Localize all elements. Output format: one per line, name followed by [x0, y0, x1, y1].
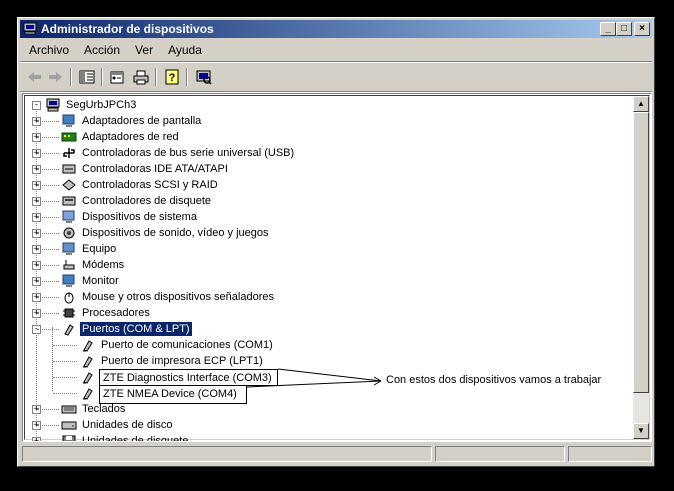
menu-ver[interactable]: Ver [129, 43, 159, 57]
properties-button[interactable] [108, 68, 126, 86]
status-panel-3 [568, 446, 652, 462]
menu-archivo[interactable]: Archivo [23, 43, 75, 57]
scan-hardware-button[interactable] [195, 68, 213, 86]
maximize-button[interactable]: □ [616, 22, 632, 36]
toolbar: ? [20, 64, 652, 90]
scroll-up-button[interactable]: ▲ [633, 96, 649, 112]
print-icon [133, 70, 149, 85]
help-icon: ? [165, 69, 179, 85]
scroll-thumb[interactable] [633, 112, 649, 393]
menu-accion[interactable]: Acción [78, 43, 126, 57]
status-panel-2 [435, 446, 565, 462]
menu-separator [20, 61, 652, 63]
device-manager-window: Administrador de dispositivos _ □ × Arch… [17, 17, 655, 467]
close-button[interactable]: × [634, 22, 650, 36]
print-button[interactable] [132, 68, 150, 86]
forward-button[interactable] [46, 68, 64, 86]
back-button[interactable] [26, 68, 44, 86]
arrow-right-icon [49, 72, 62, 82]
computer-icon [23, 22, 37, 35]
properties-icon [110, 71, 124, 84]
console-tree-icon [79, 70, 95, 84]
arrow-left-icon [28, 72, 41, 82]
status-bar [20, 444, 652, 464]
help-button[interactable]: ? [163, 68, 181, 86]
device-tree[interactable]: - SegUrbJPCh3 + Adaptadores de pantalla + A… [22, 93, 652, 442]
scroll-down-button[interactable]: ▼ [633, 423, 649, 439]
svg-text:?: ? [169, 72, 176, 84]
menu-ayuda[interactable]: Ayuda [162, 43, 208, 57]
show-tree-button[interactable] [78, 68, 96, 86]
vertical-scrollbar[interactable]: ▲ ▼ [633, 96, 649, 439]
scan-hardware-icon [196, 70, 212, 85]
minimize-button[interactable]: _ [600, 22, 616, 36]
title-bar[interactable]: Administrador de dispositivos _ □ × [20, 20, 652, 38]
status-panel-main [22, 446, 432, 462]
annotation-text: Con estos dos dispositivos vamos a traba… [386, 374, 602, 386]
menu-bar: Archivo Acción Ver Ayuda [20, 40, 652, 60]
annotation-arrows [246, 368, 382, 388]
window-title: Administrador de dispositivos [41, 22, 214, 36]
